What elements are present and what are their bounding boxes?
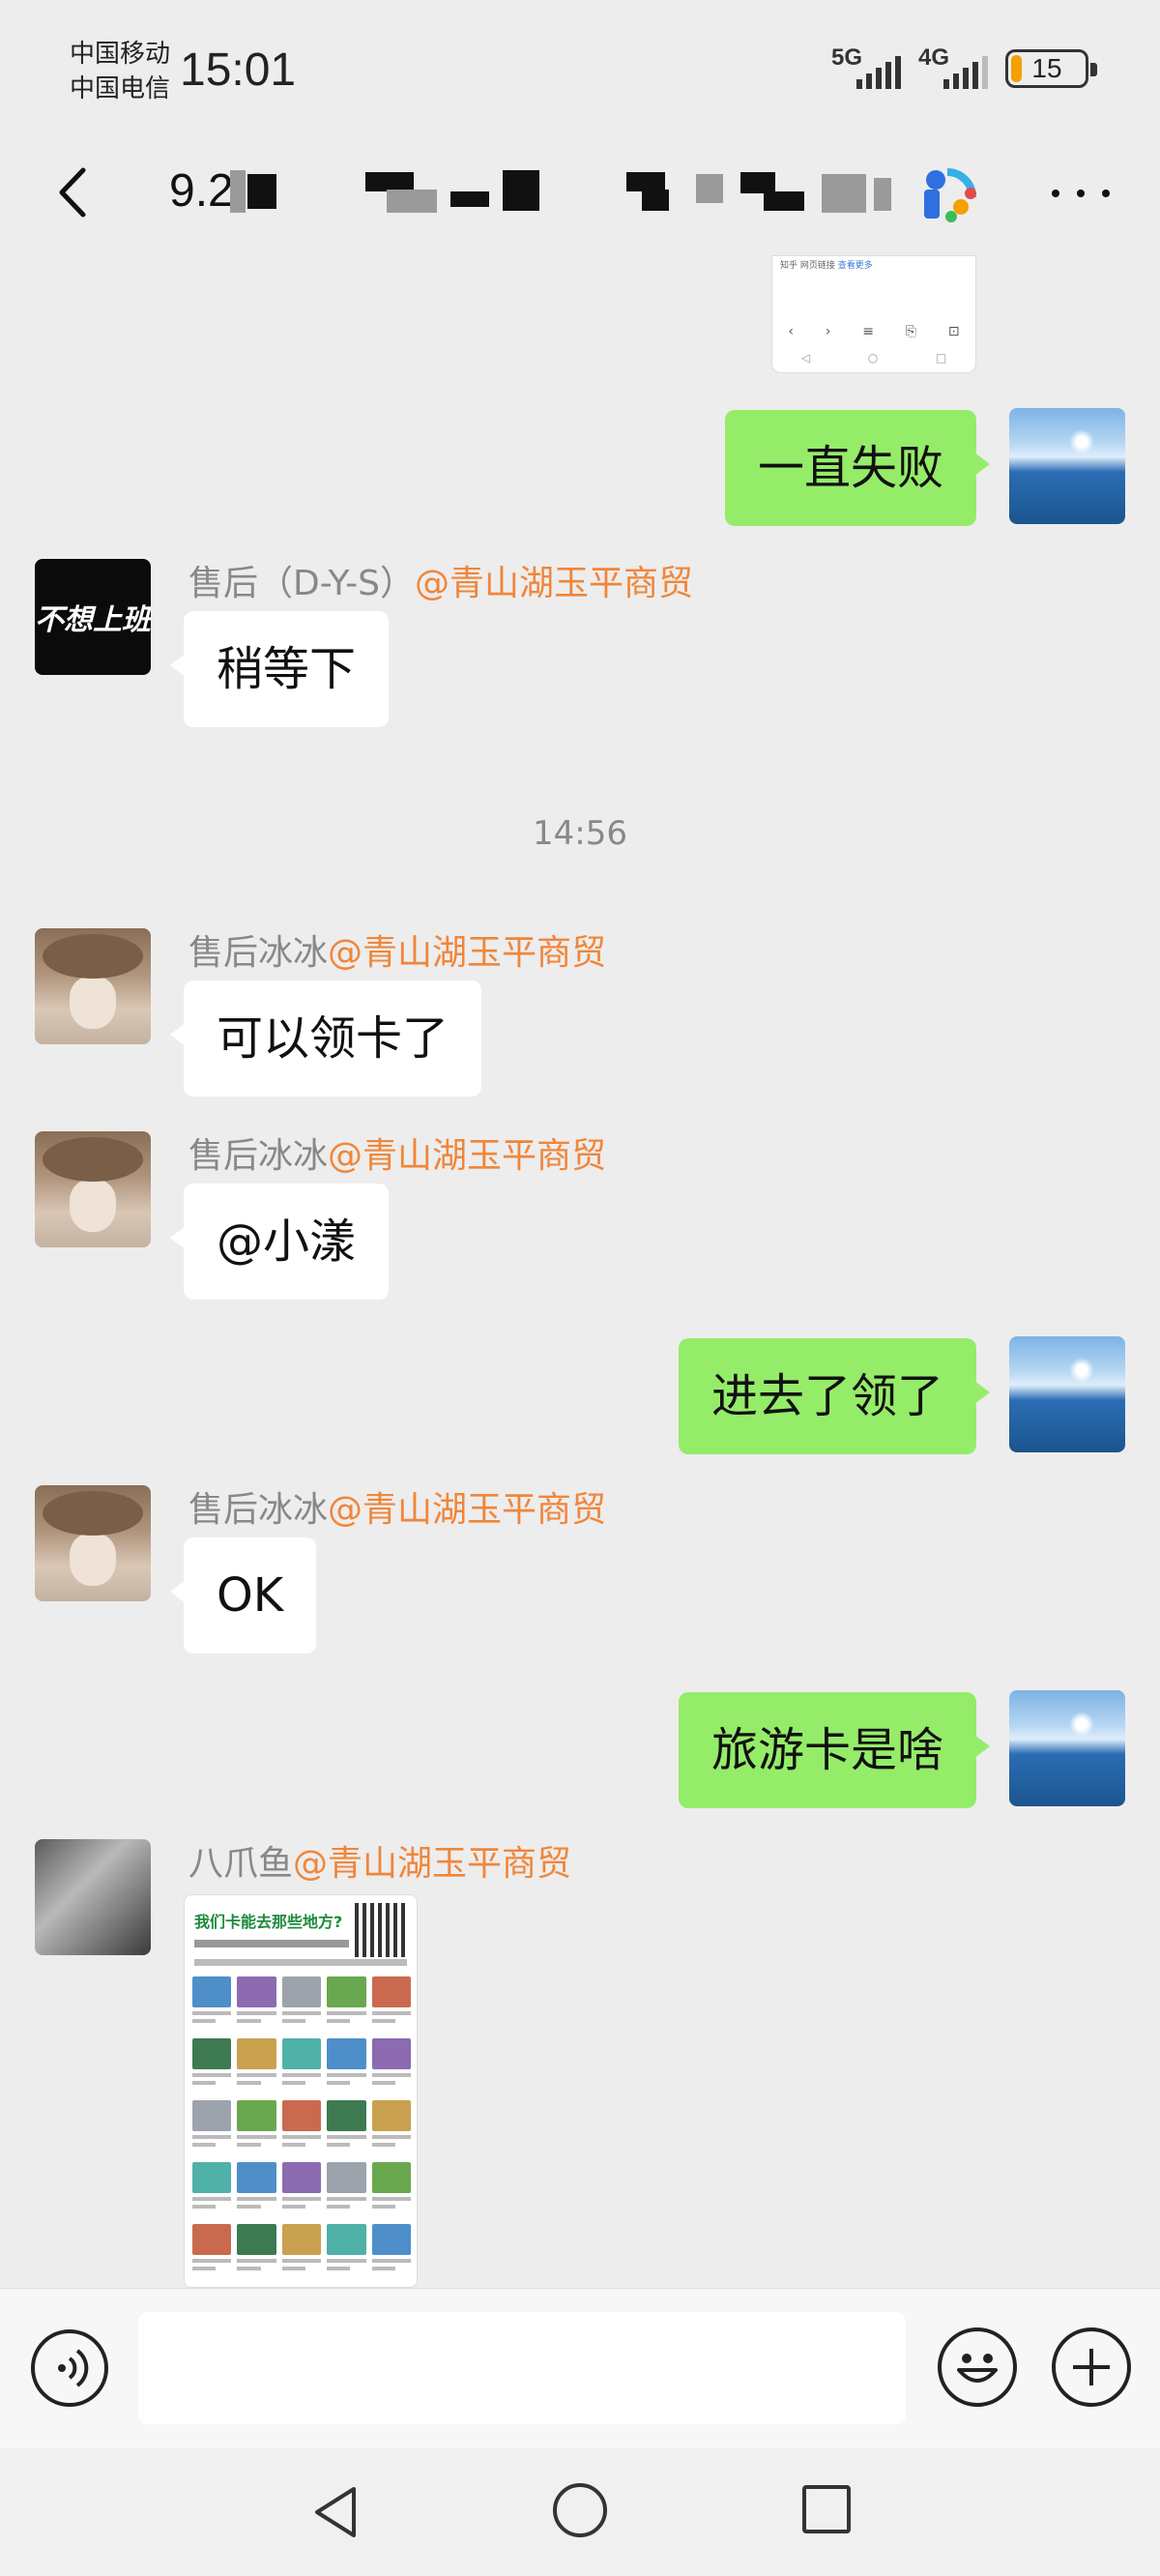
emoji-icon (957, 2354, 998, 2383)
carrier-info: 中国移动 中国电信 (70, 37, 170, 106)
destination-thumbnail (237, 1976, 276, 2031)
destination-thumbnail (237, 2224, 276, 2278)
sender-org: @青山湖玉平商贸 (328, 1136, 607, 1176)
more-actions-button[interactable] (1052, 2327, 1131, 2407)
destination-thumbnail (327, 2162, 366, 2216)
input-bar (0, 2288, 1160, 2448)
sender-org: @青山湖玉平商贸 (328, 1490, 607, 1530)
screenshot-card-text: 知乎 网页链接 (780, 261, 835, 271)
message-bubble-other[interactable]: @小漾 (169, 1184, 390, 1300)
message-bubble-self[interactable]: 一直失败 (724, 410, 991, 526)
sender-avatar[interactable] (35, 1485, 151, 1601)
voice-button[interactable] (31, 2329, 108, 2407)
more-button[interactable] (1050, 186, 1112, 201)
battery-icon: 15 (1005, 49, 1097, 88)
message-bubble-other[interactable]: OK (169, 1537, 317, 1654)
sender-avatar[interactable] (35, 1131, 151, 1247)
destination-thumbnail (281, 2224, 322, 2278)
screenshot-card-sysnav: ◁ ○ □ (800, 351, 947, 365)
destination-thumbnail (327, 2038, 366, 2093)
carrier-2: 中国电信 (70, 74, 171, 103)
message-bubble-other[interactable]: 稍等下 (169, 611, 390, 727)
screenshot-image-message[interactable]: 知乎 网页链接 查看更多 ‹ › ≡ ⎘ ⊡ ◁ ○ □ (771, 255, 976, 373)
carrier-1: 中国移动 (70, 40, 171, 69)
plus-icon (1073, 2349, 1110, 2386)
destination-thumbnail (371, 2038, 411, 2093)
destination-thumbnail (371, 2224, 411, 2278)
back-button[interactable] (41, 159, 108, 226)
message-bubble-self[interactable]: 进去了领了 (678, 1338, 991, 1454)
status-time: 15:01 (180, 44, 297, 96)
sender-avatar[interactable] (35, 928, 151, 1044)
destination-thumbnail (192, 1976, 232, 2031)
emoji-button[interactable] (938, 2327, 1017, 2407)
voice-icon (58, 2349, 89, 2387)
sender-org: @青山湖玉平商贸 (293, 1844, 572, 1884)
self-avatar[interactable] (1009, 408, 1125, 524)
destination-thumbnail (371, 1976, 411, 2031)
destination-thumbnail (281, 2038, 322, 2093)
sender-name: 售后冰冰@青山湖玉平商贸 (188, 1136, 607, 1176)
sender-name: 售后（D-Y-S）@青山湖玉平商贸 (188, 564, 694, 603)
signal-4g-icon: 4G (918, 44, 988, 93)
destination-thumbnail (327, 2224, 366, 2278)
signal-indicators: 5G 4G 15 (831, 44, 1097, 93)
system-recents-icon[interactable] (802, 2485, 851, 2533)
system-navigation-bar (0, 2448, 1160, 2576)
sender-avatar[interactable]: 不想上班 (35, 559, 151, 675)
qr-code-icon (355, 1903, 409, 1957)
message-bubble-self[interactable]: 旅游卡是啥 (678, 1692, 991, 1808)
message-input[interactable] (138, 2312, 906, 2424)
sender-org: @青山湖玉平商贸 (328, 933, 607, 973)
destination-thumbnail (281, 2162, 322, 2216)
destination-thumbnail (237, 2038, 276, 2093)
destination-thumbnail (371, 2100, 411, 2154)
self-avatar[interactable] (1009, 1690, 1125, 1806)
destination-thumbnail (281, 1976, 322, 2031)
self-avatar[interactable] (1009, 1336, 1125, 1452)
message-list[interactable]: 知乎 网页链接 查看更多 ‹ › ≡ ⎘ ⊡ ◁ ○ □ 一直失败 不想上班 售后（D-Y-… (0, 255, 1160, 2288)
destination-thumbnail (237, 2162, 276, 2216)
destination-thumbnail (281, 2100, 322, 2154)
sender-name: 售后冰冰@青山湖玉平商贸 (188, 1490, 607, 1530)
title-bar: 9.2 (0, 135, 1160, 255)
group-logo-icon[interactable] (918, 164, 978, 224)
signal-5g-icon: 5G (831, 44, 901, 93)
chat-title: 9.2 (169, 165, 234, 217)
sender-name: 售后冰冰@青山湖玉平商贸 (188, 933, 607, 973)
sender-name: 八爪鱼@青山湖玉平商贸 (188, 1844, 572, 1884)
image-title: 我们卡能去那些地方? (194, 1913, 343, 1931)
timestamp: 14:56 (533, 814, 627, 853)
destination-thumbnail (371, 2162, 411, 2216)
system-home-icon[interactable] (553, 2483, 607, 2537)
image-message[interactable]: 我们卡能去那些地方? (184, 1894, 418, 2288)
chevron-left-icon (59, 167, 86, 218)
destination-thumbnail (192, 2224, 232, 2278)
destination-thumbnail (192, 2100, 232, 2154)
chat-screen: 中国移动 中国电信 15:01 5G 4G 15 9.2 知乎 网页链接 查看更… (0, 0, 1160, 2576)
battery-level: 15 (1031, 53, 1062, 83)
destination-thumbnail (192, 2162, 232, 2216)
status-bar: 中国移动 中国电信 15:01 5G 4G 15 (0, 0, 1160, 135)
destination-thumbnail (192, 2038, 232, 2093)
sender-avatar[interactable] (35, 1839, 151, 1955)
screenshot-card-link: 查看更多 (837, 261, 873, 271)
destination-thumbnail (237, 2100, 276, 2154)
destination-thumbnail (327, 1976, 366, 2031)
destination-thumbnail (327, 2100, 366, 2154)
sender-org: @青山湖玉平商贸 (415, 564, 694, 603)
destination-grid (192, 1976, 411, 2278)
system-back-icon[interactable] (307, 2483, 365, 2541)
message-bubble-other[interactable]: 可以领卡了 (169, 981, 482, 1097)
screenshot-card-nav: ‹ › ≡ ⎘ ⊡ (788, 324, 960, 339)
